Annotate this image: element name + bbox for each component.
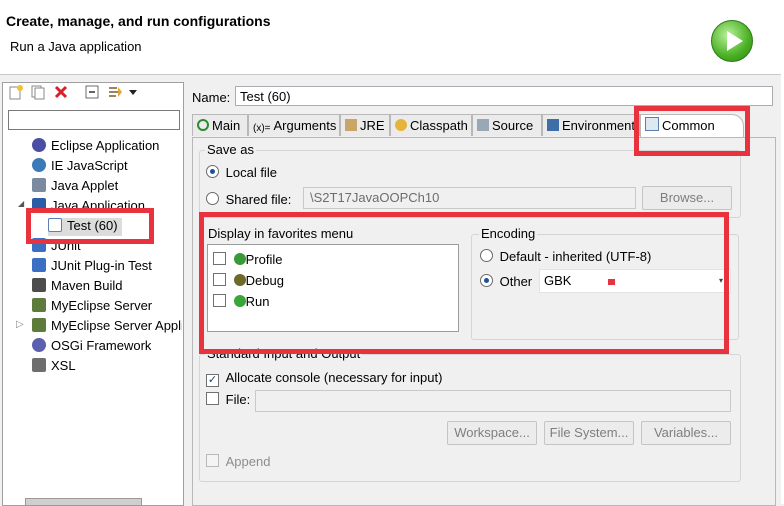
junit-plugin-icon — [32, 258, 46, 272]
environment-tab-icon — [547, 119, 559, 131]
annotation-box-encoding — [199, 212, 729, 354]
collapse-all-icon[interactable] — [84, 84, 100, 100]
jre-tab-icon — [345, 119, 357, 131]
append-checkbox[interactable] — [206, 454, 219, 467]
dropdown-arrow-icon[interactable] — [128, 84, 138, 100]
eclipse-icon — [32, 138, 46, 152]
source-tab-icon — [477, 119, 489, 131]
tree-item-java-applet[interactable]: Java Applet — [32, 178, 118, 196]
append-option[interactable]: Append — [206, 454, 270, 469]
dialog-header — [0, 0, 784, 75]
local-file-radio[interactable] — [206, 165, 219, 178]
shared-file-option[interactable]: Shared file: — [206, 192, 291, 207]
allocate-console-checkbox[interactable]: ✓ — [206, 374, 219, 387]
filter-input[interactable] — [8, 110, 180, 130]
file-option[interactable]: File: — [206, 392, 250, 407]
tree-collapse-arrow[interactable]: ▷ — [16, 319, 24, 330]
server-app-icon — [32, 318, 46, 332]
tab-jre[interactable]: JRE — [340, 114, 390, 136]
allocate-console-option[interactable]: ✓ Allocate console (necessary for input) — [206, 370, 442, 387]
dialog-title: Create, manage, and run configurations — [6, 13, 271, 29]
variables-button[interactable]: Variables... — [641, 421, 731, 445]
osgi-icon — [32, 338, 46, 352]
tab-arguments[interactable]: (x)= Arguments — [248, 114, 340, 136]
name-input[interactable]: Test (60) — [235, 86, 773, 106]
server-icon — [32, 298, 46, 312]
tree-item-myeclipse-server-application[interactable]: MyEclipse Server Application — [32, 318, 182, 336]
browse-button[interactable]: Browse... — [642, 186, 732, 210]
delete-icon[interactable] — [53, 84, 69, 100]
applet-icon — [32, 178, 46, 192]
tree-item-eclipse-application[interactable]: Eclipse Application — [32, 138, 159, 156]
horizontal-scrollbar[interactable] — [25, 498, 142, 506]
workspace-button[interactable]: Workspace... — [447, 421, 537, 445]
main-tab-icon — [197, 119, 209, 131]
shared-file-path-input[interactable]: \S2T17JavaOOPCh10 — [303, 187, 636, 209]
tab-environment[interactable]: Environment — [542, 114, 640, 136]
classpath-tab-icon — [395, 119, 407, 131]
arguments-tab-icon: (x)= — [253, 123, 271, 134]
run-icon — [711, 20, 753, 62]
tree-item-ie-javascript[interactable]: IE JavaScript — [32, 158, 128, 176]
duplicate-icon[interactable] — [30, 84, 46, 100]
tree-item-myeclipse-server[interactable]: MyEclipse Server — [32, 298, 152, 316]
tab-main[interactable]: Main — [192, 114, 248, 136]
dialog-subtitle: Run a Java application — [10, 39, 142, 54]
local-file-option[interactable]: Local file — [206, 165, 277, 180]
name-label: Name: — [192, 90, 231, 105]
tab-classpath[interactable]: Classpath — [390, 114, 472, 136]
tree-expand-arrow[interactable]: ◢ — [18, 199, 24, 208]
annotation-box-test — [26, 208, 154, 244]
shared-file-radio[interactable] — [206, 192, 219, 205]
tab-source[interactable]: Source — [472, 114, 542, 136]
file-system-button[interactable]: File System... — [544, 421, 634, 445]
new-configuration-icon[interactable] — [8, 84, 24, 100]
tree-item-xsl[interactable]: XSL — [32, 358, 76, 376]
file-checkbox[interactable] — [206, 392, 219, 405]
filter-icon[interactable] — [107, 84, 123, 100]
xsl-icon — [32, 358, 46, 372]
tree-item-maven-build[interactable]: Maven Build — [32, 278, 123, 296]
save-as-title: Save as — [205, 142, 256, 157]
output-file-input[interactable] — [255, 390, 731, 412]
annotation-box-common-tab — [634, 106, 750, 156]
tree-item-junit-plugin-test[interactable]: JUnit Plug-in Test — [32, 258, 152, 276]
maven-icon — [32, 278, 46, 292]
globe-icon — [32, 158, 46, 172]
tree-item-osgi-framework[interactable]: OSGi Framework — [32, 338, 151, 356]
